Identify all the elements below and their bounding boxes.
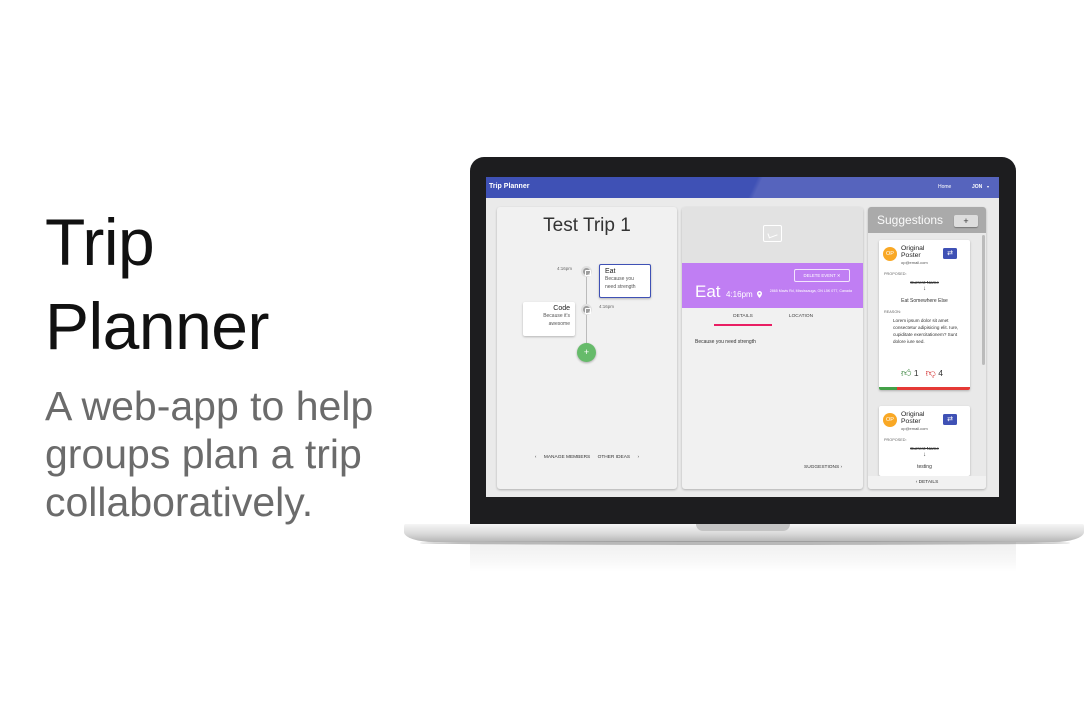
suggestion-author: Original Poster (901, 411, 925, 425)
swap-icon[interactable]: ⇄ (943, 414, 957, 425)
suggestions-header: Suggestions + (868, 207, 986, 233)
event-icon (581, 304, 592, 315)
nav-home-link[interactable]: Home (938, 184, 951, 190)
other-ideas-button[interactable]: OTHER IDEAS (598, 455, 631, 460)
vote-bar-down (897, 387, 970, 390)
event-image-area (682, 207, 863, 263)
delete-event-button[interactable]: DELETE EVENT ✕ (794, 269, 850, 282)
timeline-time: 4:16pm (599, 304, 615, 309)
hero-subtitle: A web-app to help groups plan a trip col… (45, 383, 374, 525)
reason-text: Lorem ipsum dolor sit amet consectetur a… (893, 318, 959, 344)
event-time: 4:16pm (726, 290, 753, 299)
event-tabs: DETAILS LOCATION (682, 308, 863, 326)
old-value: Current Name (910, 446, 939, 451)
active-tab-indicator (714, 324, 772, 326)
image-placeholder-icon (763, 225, 782, 242)
trip-footer-nav: ‹ MANAGE MEMBERS OTHER IDEAS › (497, 455, 677, 460)
avatar: OP (883, 413, 897, 427)
manage-members-button[interactable]: MANAGE MEMBERS (544, 455, 590, 460)
app-title[interactable]: Trip Planner (489, 183, 529, 190)
new-value: Eat Somewhere Else (901, 298, 948, 304)
proposed-label: PROPOSED: (884, 272, 907, 276)
suggestion-author-email: op@email.com (901, 260, 928, 265)
suggestions-scrollbar[interactable] (982, 235, 985, 365)
app-bar: Trip Planner Home JON ▾ (486, 177, 999, 198)
suggestions-title: Suggestions (877, 213, 944, 227)
hero-title-line-1: Trip (45, 205, 155, 279)
event-card: DELETE EVENT ✕ Eat 4:16pm 2865 Mavis Rd,… (682, 207, 863, 489)
location-pin-icon (757, 291, 762, 300)
timeline-event-name: Code (553, 305, 570, 312)
suggestion-author-email: op@email.com (901, 426, 928, 431)
laptop-notch (696, 524, 790, 531)
avatar: OP (883, 247, 897, 261)
downvote-count: 4 (938, 368, 943, 378)
timeline-event-description: Because it's awesome (543, 313, 570, 327)
old-value: Current Name (910, 280, 939, 285)
user-menu-button[interactable]: JON (972, 184, 982, 190)
details-back-button[interactable]: ‹ DETAILS (868, 476, 986, 489)
suggestion-item: OP Original Poster op@email.com ⇄ PROPOS… (879, 406, 970, 476)
tab-location[interactable]: LOCATION (772, 314, 830, 319)
event-title: Eat (695, 282, 721, 301)
laptop-screen: Trip Planner Home JON ▾ Test Trip 1 4:16… (486, 177, 999, 497)
suggestion-item: OP Original Poster op@email.com ⇄ PROPOS… (879, 240, 970, 390)
vote-controls: 👍︎ 1 👎︎ 4 (901, 367, 943, 379)
add-suggestion-button[interactable]: + (954, 215, 978, 227)
chevron-down-icon[interactable]: ▾ (987, 184, 989, 189)
event-address: 2865 Mavis Rd, Mississauga, ON L5K 0T7, … (769, 289, 852, 293)
suggestion-author: Original Poster (901, 245, 925, 259)
timeline-event-eat[interactable]: Eat Because you need strength (599, 264, 651, 298)
trip-title: Test Trip 1 (543, 215, 631, 236)
event-description: Because you need strength (695, 339, 756, 345)
laptop-shadow (420, 541, 1070, 545)
arrow-down-icon: ↓ (923, 286, 926, 292)
timeline-event-description: Because you need strength (605, 276, 636, 290)
upvote-count: 1 (913, 368, 919, 378)
vote-bar-up (879, 387, 898, 390)
event-banner: DELETE EVENT ✕ Eat 4:16pm 2865 Mavis Rd,… (682, 263, 863, 308)
suggestions-card: Suggestions + OP Original Poster op@emai… (868, 207, 986, 489)
reason-label: REASON: (884, 310, 902, 314)
add-event-button[interactable]: + (577, 343, 596, 362)
hero-title-line-2: Planner (45, 289, 270, 363)
timeline-event-code[interactable]: Code Because it's awesome (523, 302, 575, 336)
trip-card: Test Trip 1 4:16pm Eat Because you need … (497, 207, 677, 489)
timeline-time: 4:16pm (557, 266, 573, 271)
swap-icon[interactable]: ⇄ (943, 248, 957, 259)
thumbs-down-icon[interactable]: 👎︎ (926, 368, 936, 379)
tab-details[interactable]: DETAILS (714, 314, 772, 319)
event-icon (581, 266, 592, 277)
thumbs-up-icon[interactable]: 👍︎ (901, 368, 911, 379)
timeline-event-name: Eat (605, 268, 616, 275)
new-value: testing (917, 464, 932, 470)
proposed-label: PROPOSED: (884, 438, 907, 442)
vote-ratio-bar (879, 387, 970, 390)
hero-title: Trip Planner (45, 200, 270, 368)
chevron-right-icon[interactable]: › (637, 455, 639, 460)
arrow-down-icon: ↓ (923, 452, 926, 458)
suggestions-link[interactable]: SUGGESTIONS › (804, 465, 842, 470)
chevron-left-icon[interactable]: ‹ (535, 455, 537, 460)
